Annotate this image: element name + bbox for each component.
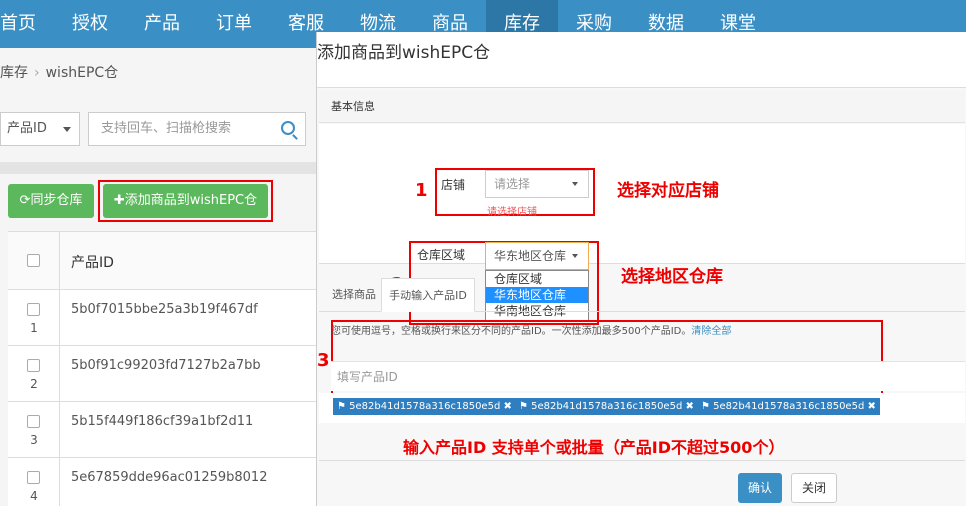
row-checkbox-cell: 4 [8,458,60,506]
nav-item-0[interactable]: 首页 [0,0,54,48]
header-checkbox-cell [8,232,60,289]
annotation-number-1: 1 [415,180,428,201]
row-product-id[interactable]: 5b0f91c99203fd7127b2a7bb [71,358,261,373]
breadcrumb-separator-icon: › [34,65,40,81]
row-checkbox[interactable] [27,471,40,484]
store-label: 店铺 [441,178,466,192]
remove-tag-icon[interactable]: ✖ [685,401,693,412]
row-number: 2 [30,377,38,391]
region-label: 仓库区域 [417,248,466,262]
remove-tag-icon[interactable]: ✖ [867,401,875,412]
tag-icon: ⚑ [701,401,710,412]
plus-icon: ✚ [113,193,125,208]
sync-warehouse-button[interactable]: ⟳同步仓库 [8,184,94,218]
region-select[interactable]: 华东地区仓库 [485,242,589,270]
tab-bar: 选择商品 手动输入产品ID [319,278,965,312]
select-all-checkbox[interactable] [27,254,40,267]
caret-down-icon [63,127,71,132]
help-text: 您可使用逗号，空格或换行来区分不同的产品ID。一次性添加最多500个产品ID。清… [331,322,731,337]
annotation-note-1: 选择对应店铺 [617,181,719,201]
row-number: 1 [30,321,38,335]
row-checkbox-cell: 1 [8,290,60,345]
tag-icon: ⚑ [519,401,528,412]
store-select[interactable]: 请选择 [485,170,589,198]
add-product-modal: 添加商品到wishEPC仓 基本信息 1 店铺 请选择 请选择店铺 选择对应店铺… [316,32,966,506]
caret-down-icon [572,182,578,186]
table-row: 2 5b0f91c99203fd7127b2a7bb [8,346,316,402]
tag-icon: ⚑ [337,401,346,412]
region-select-value: 华东地区仓库 [494,249,567,263]
tag-label: 5e82b41d1578a316c1850e5d [349,401,501,412]
add-button-annotation-box: ✚添加商品到wishEPC仓 [98,180,273,222]
tab-manual-product-id[interactable]: 手动输入产品ID [381,278,475,312]
product-id-tag: ⚑ 5e82b41d1578a316c1850e5d ✖ [697,398,880,415]
modal-title: 添加商品到wishEPC仓 [317,43,491,63]
modal-footer: 确认 关闭 [319,460,965,506]
row-number: 3 [30,433,38,447]
divider [0,162,316,174]
row-number: 4 [30,489,38,503]
row-product-id[interactable]: 5e67859dde96ac01259b8012 [71,470,267,485]
help-text-content: 您可使用逗号，空格或换行来区分不同的产品ID。一次性添加最多500个产品ID。 [331,326,692,337]
clear-all-link[interactable]: 清除全部 [691,326,731,337]
row-checkbox-cell: 3 [8,402,60,457]
search-input[interactable]: 支持回车、扫描枪搜索 [88,112,306,146]
column-header-product-id: 产品ID [71,255,114,271]
row-product-id[interactable]: 5b15f449f186cf39a1bf2d11 [71,414,253,429]
nav-item-3[interactable]: 订单 [198,0,270,48]
search-placeholder: 支持回车、扫描枪搜索 [101,121,232,136]
refresh-icon: ⟳ [19,193,31,208]
row-checkbox[interactable] [27,303,40,316]
nav-item-1[interactable]: 授权 [54,0,126,48]
modal-body: 基本信息 1 店铺 请选择 请选择店铺 选择对应店铺 2 仓库区域 华东地区仓库… [317,87,966,506]
store-select-placeholder: 请选择 [494,177,531,191]
section-header: 基本信息 [319,91,965,123]
add-product-button[interactable]: ✚添加商品到wishEPC仓 [103,184,268,218]
background-page: 库存 › wishEPC仓 产品ID 支持回车、扫描枪搜索 ⟳同步仓库 ✚添加商品到… [0,48,316,506]
table-row: 1 5b0f7015bbe25a3b19f467df [8,290,316,346]
product-id-tag: ⚑ 5e82b41d1578a316c1850e5d ✖ [515,398,698,415]
remove-tag-icon[interactable]: ✖ [503,401,511,412]
search-field-select-label: 产品ID [7,121,47,136]
confirm-button[interactable]: 确认 [738,473,782,503]
breadcrumb-item-wishepc: wishEPC仓 [45,65,119,81]
product-id-placeholder: 填写产品ID [337,370,398,384]
add-product-label: 添加商品到wishEPC仓 [124,193,258,208]
table-row: 4 5e67859dde96ac01259b8012 [8,458,316,506]
close-button[interactable]: 关闭 [791,473,837,503]
annotation-number-3: 3 [317,350,330,371]
nav-item-2[interactable]: 产品 [126,0,198,48]
table-header-row: 产品ID [8,232,316,290]
product-table: 产品ID 1 5b0f7015bbe25a3b19f467df 2 5b0f91c99… [8,231,316,506]
breadcrumb: 库存 › wishEPC仓 [0,62,118,82]
annotation-note-3: 输入产品ID 支持单个或批量（产品ID不超过500个） [403,438,785,457]
product-id-tag: ⚑ 5e82b41d1578a316c1850e5d ✖ [333,398,516,415]
table-row: 3 5b15f449f186cf39a1bf2d11 [8,402,316,458]
caret-down-icon [572,254,578,258]
search-field-select[interactable]: 产品ID [0,112,80,146]
sync-warehouse-label: 同步仓库 [30,193,83,208]
row-checkbox-cell: 2 [8,346,60,401]
search-row: 产品ID 支持回车、扫描枪搜索 [0,112,316,152]
tag-label: 5e82b41d1578a316c1850e5d [531,401,683,412]
row-checkbox[interactable] [27,359,40,372]
store-error-text: 请选择店铺 [487,207,537,218]
product-id-input[interactable]: 填写产品ID [331,361,965,391]
row-product-id[interactable]: 5b0f7015bbe25a3b19f467df [71,302,258,317]
breadcrumb-item-inventory[interactable]: 库存 [0,65,28,81]
row-checkbox[interactable] [27,415,40,428]
tag-label: 5e82b41d1578a316c1850e5d [713,401,865,412]
basic-info-panel: 1 店铺 请选择 请选择店铺 选择对应店铺 2 仓库区域 华东地区仓库 仓库区域… [319,124,965,325]
tab-select-products[interactable]: 选择商品 [325,278,383,312]
search-icon[interactable] [281,121,295,135]
product-id-tags: ⚑ 5e82b41d1578a316c1850e5d ✖ ⚑ 5e82b41d15… [319,393,965,423]
